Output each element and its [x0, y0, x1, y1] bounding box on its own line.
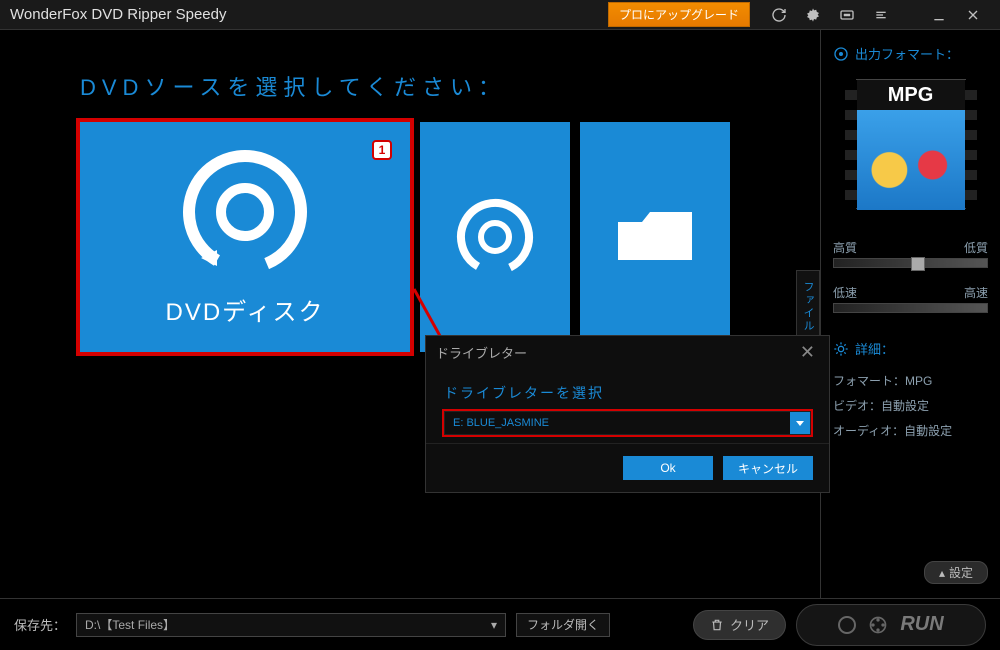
folder-icon — [610, 202, 700, 272]
gear-icon[interactable] — [800, 2, 826, 28]
chevron-down-icon: ▾ — [491, 618, 497, 632]
dialog-title: ドライブレター — [436, 343, 527, 362]
source-card-label: DVDディスク — [166, 292, 325, 327]
chevron-down-icon — [790, 412, 810, 434]
dialog-sublabel: ドライブレターを選択 — [444, 383, 811, 403]
run-button[interactable]: RUN — [796, 604, 986, 646]
refresh-icon[interactable] — [766, 2, 792, 28]
source-card-folder[interactable] — [580, 122, 730, 352]
format-tile[interactable]: MPG — [856, 79, 966, 209]
source-heading: DVDソースを選択してください： — [80, 70, 810, 102]
target-icon — [833, 46, 849, 62]
drive-letter-dialog: ドライブレター ✕ ドライブレターを選択 E: BLUE_JASMINE Ok … — [425, 335, 830, 493]
settings-button[interactable]: ▴ 設定 — [924, 561, 988, 584]
output-path-value: D:\【Test Files】 — [85, 616, 175, 633]
drive-letter-select[interactable]: E: BLUE_JASMINE — [444, 411, 811, 435]
subtitle-icon[interactable] — [834, 2, 860, 28]
source-card-iso[interactable] — [420, 122, 570, 352]
speed-slow-label: 低速 — [833, 284, 857, 301]
details-label: 詳細： — [855, 339, 894, 358]
detail-video: ビデオ：自動設定 — [833, 397, 988, 414]
settings-button-label: 設定 — [949, 564, 973, 581]
format-illustration — [857, 110, 965, 210]
clear-button[interactable]: クリア — [693, 610, 786, 640]
detail-format: フォマート：MPG — [833, 372, 988, 389]
chevron-up-icon: ▴ — [939, 566, 945, 580]
source-card-dvd-disc[interactable]: 1 DVDディスク — [80, 122, 410, 352]
quality-slider-labels: 高質 低質 — [833, 239, 988, 256]
sidebar: 出力フォマート： MPG 高質 低質 低速 高速 詳細： フォマート：MPG ビ… — [820, 30, 1000, 598]
app-title: WonderFox DVD Ripper Speedy — [10, 6, 608, 23]
drive-letter-selected: E: BLUE_JASMINE — [453, 417, 549, 429]
quality-low-label: 低質 — [964, 239, 988, 256]
quality-slider[interactable] — [833, 258, 988, 268]
content-area: DVDソースを選択してください： 1 DVDディスク — [0, 30, 820, 598]
titlebar: WonderFox DVD Ripper Speedy プロにアップグレード — [0, 0, 1000, 30]
output-format-label: 出力フォマート： — [855, 44, 959, 63]
trash-icon — [710, 618, 724, 632]
detail-audio: オーディオ：自動設定 — [833, 422, 988, 439]
quality-slider-thumb[interactable] — [911, 257, 925, 271]
disc-small-icon — [450, 192, 540, 282]
speed-slider-labels: 低速 高速 — [833, 284, 988, 301]
gear-small-icon — [833, 341, 849, 357]
convert-icon — [868, 615, 888, 635]
disc-icon — [838, 616, 856, 634]
speed-slider[interactable] — [833, 303, 988, 313]
dialog-ok-button[interactable]: Ok — [623, 456, 713, 480]
dialog-close-button[interactable]: ✕ — [796, 342, 819, 363]
quality-high-label: 高質 — [833, 239, 857, 256]
disc-icon — [165, 148, 325, 288]
clear-button-label: クリア — [730, 615, 769, 634]
speed-fast-label: 高速 — [964, 284, 988, 301]
output-format-title: 出力フォマート： — [833, 44, 988, 63]
save-label: 保存先： — [14, 615, 66, 634]
close-icon[interactable] — [960, 2, 986, 28]
step-badge: 1 — [372, 140, 392, 160]
minimize-icon[interactable] — [926, 2, 952, 28]
upgrade-button[interactable]: プロにアップグレード — [608, 2, 750, 27]
output-path-field[interactable]: D:\【Test Files】 ▾ — [76, 613, 506, 637]
menu-icon[interactable] — [868, 2, 894, 28]
folder-open-button[interactable]: フォルダ開く — [516, 613, 610, 637]
details-title: 詳細： — [833, 339, 988, 358]
footer: 保存先： D:\【Test Files】 ▾ フォルダ開く クリア RUN — [0, 598, 1000, 650]
dialog-cancel-button[interactable]: キャンセル — [723, 456, 813, 480]
vertical-tab-file[interactable]: ファイル — [796, 270, 820, 344]
run-button-label: RUN — [900, 613, 943, 636]
format-badge: MPG — [857, 80, 965, 110]
